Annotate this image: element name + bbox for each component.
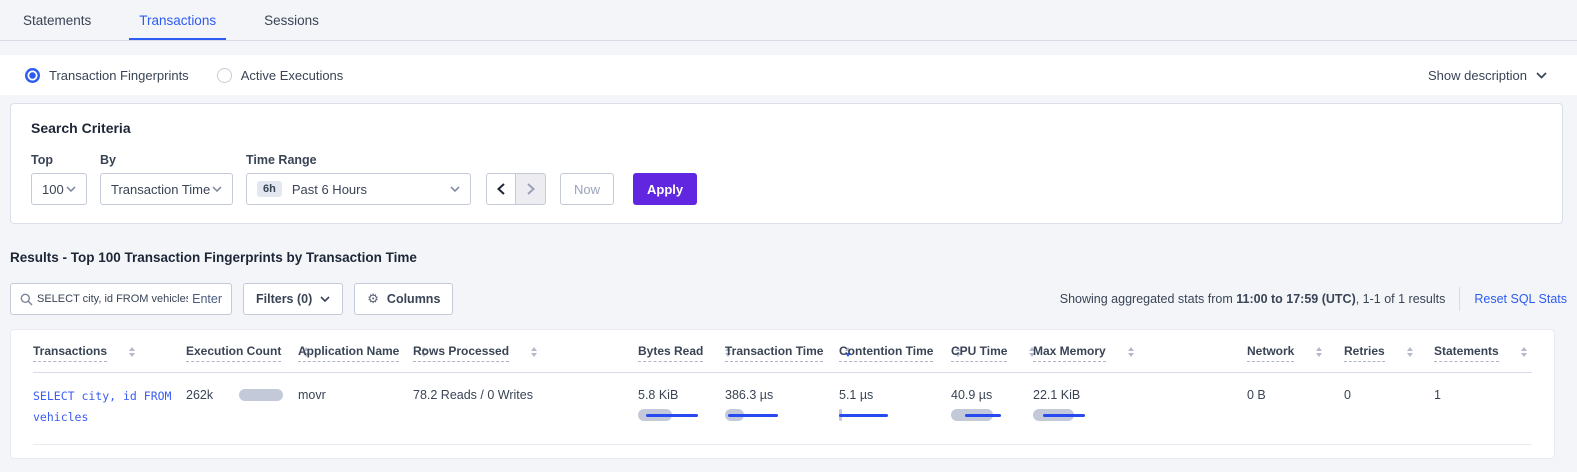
contention-time-cell: 5.1 µs [839,386,951,421]
chevron-down-icon [320,296,330,302]
statements-cell: 1 [1434,386,1532,402]
top-label: Top [31,153,87,167]
sort-carets-icon[interactable] [1407,347,1413,360]
by-select-value: Transaction Time [111,182,210,197]
column-header-execution-count[interactable]: Execution Count [186,344,298,362]
chevron-down-icon [1536,72,1547,79]
bar-line [728,414,778,417]
retries-cell: 0 [1344,386,1434,402]
results-controls-row: Enter Filters (0) ⚙ Columns Showing aggr… [10,283,1567,315]
column-header-retries[interactable]: Retries [1344,344,1434,362]
sort-carets-icon[interactable] [531,347,537,360]
transaction-time-barchart [725,409,807,421]
column-header-cpu-time[interactable]: CPU Time [951,344,1033,362]
transactions-table-card: Transactions Execution Count Application… [10,329,1555,459]
transaction-fingerprint-link[interactable]: SELECT city, id FROM vehicles [33,386,203,427]
time-range-badge: 6h [257,181,282,197]
page-tabs: Statements Transactions Sessions [0,0,1577,41]
radio-transaction-fingerprints[interactable] [25,68,40,83]
bar-line [1043,414,1085,417]
next-time-range-button[interactable] [516,173,546,205]
table-header-row: Transactions Execution Count Application… [33,330,1532,373]
time-range-field: Time Range 6h Past 6 Hours [246,153,471,205]
sort-carets-icon[interactable] [1521,347,1527,360]
search-input[interactable] [37,293,188,305]
search-box[interactable]: Enter [10,283,232,315]
radio-active-executions-label[interactable]: Active Executions [241,68,344,83]
chevron-left-icon [497,183,505,195]
top-field: Top 100 [31,153,87,205]
now-button[interactable]: Now [560,173,614,205]
column-header-transactions[interactable]: Transactions [33,344,186,362]
reset-sql-stats-link[interactable]: Reset SQL Stats [1474,292,1567,306]
chevron-right-icon [527,183,535,195]
max-memory-barchart [1033,409,1115,421]
columns-button-label: Columns [387,292,440,306]
column-header-statements[interactable]: Statements [1434,344,1532,362]
column-header-bytes-read[interactable]: Bytes Read [638,344,725,362]
top-select-value: 100 [42,182,64,197]
by-select[interactable]: Transaction Time [100,173,233,205]
cpu-time-barchart [951,409,1033,421]
chevron-down-icon [450,186,460,192]
column-header-application-name[interactable]: Application Name [298,344,413,362]
application-name-cell: movr [298,386,413,402]
search-criteria-form: Top 100 By Transaction Time Time Range 6… [31,153,1542,205]
search-icon [20,293,33,306]
tab-statements[interactable]: Statements [13,0,101,40]
bytes-read-cell: 5.8 KiB [638,386,725,421]
contention-time-barchart [839,409,921,421]
bytes-read-barchart [638,409,720,421]
chevron-down-icon [212,186,222,192]
bar-line [646,414,698,417]
time-range-select[interactable]: 6h Past 6 Hours [246,173,471,205]
time-range-label: Time Range [246,153,471,167]
column-header-rows-processed[interactable]: Rows Processed [413,344,638,362]
sort-carets-icon[interactable] [1128,347,1134,360]
by-field: By Transaction Time [100,153,233,205]
time-range-nav [486,173,546,205]
column-header-contention-time[interactable]: Contention Time [839,344,951,362]
by-label: By [100,153,233,167]
execution-count-cell: 262k [186,386,298,402]
execution-count-bar [239,389,283,401]
column-header-transaction-time[interactable]: Transaction Time [725,344,839,362]
cpu-time-cell: 40.9 µs [951,386,1033,421]
show-description-label: Show description [1428,68,1527,83]
aggregated-stats-text: Showing aggregated stats from 11:00 to 1… [1060,292,1446,306]
sort-carets-icon[interactable] [129,347,135,360]
chevron-down-icon [66,186,76,192]
transaction-time-cell: 386.3 µs [725,386,839,421]
bar-line [839,414,888,417]
filters-button[interactable]: Filters (0) [243,283,343,315]
search-criteria-card: Search Criteria Top 100 By Transaction T… [10,103,1563,224]
tab-transactions[interactable]: Transactions [129,0,226,40]
bar-line [965,414,1001,417]
columns-button[interactable]: ⚙ Columns [354,283,453,315]
top-select[interactable]: 100 [31,173,87,205]
time-range-value: Past 6 Hours [292,182,367,197]
view-toggle-row: Transaction Fingerprints Active Executio… [0,55,1577,95]
column-header-network[interactable]: Network [1247,344,1344,362]
gear-icon: ⚙ [367,292,379,307]
radio-active-executions[interactable] [217,68,232,83]
tab-sessions[interactable]: Sessions [254,0,329,40]
stats-time-range: 11:00 to 17:59 (UTC) [1236,292,1355,306]
search-enter-hint[interactable]: Enter [192,292,222,306]
show-description-toggle[interactable]: Show description [1428,68,1547,83]
column-header-max-memory[interactable]: Max Memory [1033,344,1247,362]
previous-time-range-button[interactable] [486,173,516,205]
network-cell: 0 B [1247,386,1344,402]
max-memory-cell: 22.1 KiB [1033,386,1247,421]
search-criteria-title: Search Criteria [31,120,1542,136]
sort-carets-icon[interactable] [1316,347,1322,360]
vertical-divider [1459,287,1460,311]
results-heading: Results - Top 100 Transaction Fingerprin… [10,250,1567,265]
apply-button[interactable]: Apply [633,173,697,205]
table-row: SELECT city, id FROM vehicles 262k movr … [33,373,1532,445]
filters-button-label: Filters (0) [256,292,312,306]
rows-processed-cell: 78.2 Reads / 0 Writes [413,386,638,402]
radio-transaction-fingerprints-label[interactable]: Transaction Fingerprints [49,68,189,83]
